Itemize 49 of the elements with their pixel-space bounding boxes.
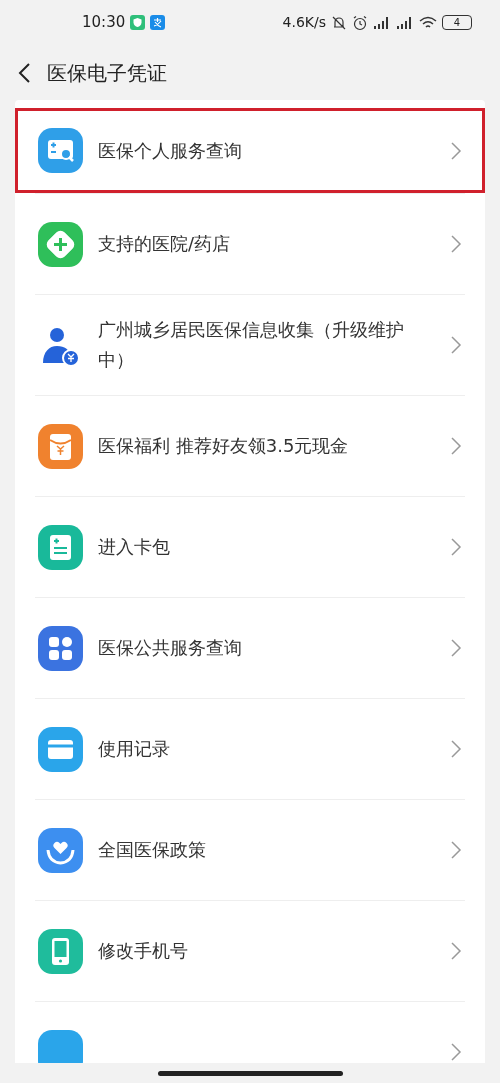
chevron-right-icon [450,1042,462,1062]
page-title: 医保电子凭证 [47,59,167,87]
menu-item[interactable]: 医保公共服务查询 [35,598,465,698]
menu-item-label: 修改手机号 [98,940,188,961]
chevron-right-icon [450,537,462,557]
battery-indicator: 4 [442,15,472,30]
chevron-right-icon [450,436,462,456]
apps-icon [38,625,83,671]
card-icon [38,726,83,772]
phone-icon [38,928,83,974]
chevron-right-icon [450,140,462,161]
menu-item[interactable]: 修改手机号 [35,901,465,1001]
network-speed: 4.6K/s [282,13,326,32]
menu-item[interactable]: 医保个人服务查询 [15,108,485,193]
menu-item-label: 医保个人服务查询 [98,139,242,161]
chevron-right-icon [450,335,462,355]
cross-icon [38,221,83,267]
menu-item-label: 全国医保政策 [98,839,206,860]
chevron-right-icon [450,941,462,961]
heart-hands-icon [38,827,83,873]
menu-item-label: 使用记录 [98,738,170,759]
document-icon [38,524,83,570]
envelope-icon [38,423,83,469]
back-icon[interactable] [17,61,31,84]
chevron-right-icon [450,739,462,759]
bell-off-icon [331,14,347,31]
menu-item-label: 广州城乡居民医保信息收集（升级维护中） [98,319,404,370]
menu-item-label: 医保福利 推荐好友领3.5元现金 [98,435,349,456]
app-icon [150,15,166,30]
menu-item[interactable]: 广州城乡居民医保信息收集（升级维护中） [35,295,465,395]
app-icon [38,1029,83,1063]
wifi-icon [419,15,437,30]
chevron-right-icon [450,234,462,254]
menu-item[interactable]: 医保福利 推荐好友领3.5元现金 [35,396,465,496]
id-search-icon [38,128,83,173]
menu-item[interactable]: 全国医保政策 [35,800,465,900]
menu-item-label: 进入卡包 [98,536,170,557]
signal-icon [396,15,414,30]
menu-item[interactable]: 进入卡包 [35,497,465,597]
signal-icon [373,15,391,30]
chevron-right-icon [450,840,462,860]
menu-item[interactable]: 使用记录 [35,699,465,799]
status-time: 10:30 [82,12,126,34]
chevron-right-icon [450,638,462,658]
shield-icon [130,15,146,30]
alarm-icon [352,14,368,31]
menu-item-label: 医保公共服务查询 [98,637,242,658]
menu-item[interactable]: 支持的医院/药店 [35,194,465,294]
menu-item-label: 支持的医院/药店 [98,233,231,254]
